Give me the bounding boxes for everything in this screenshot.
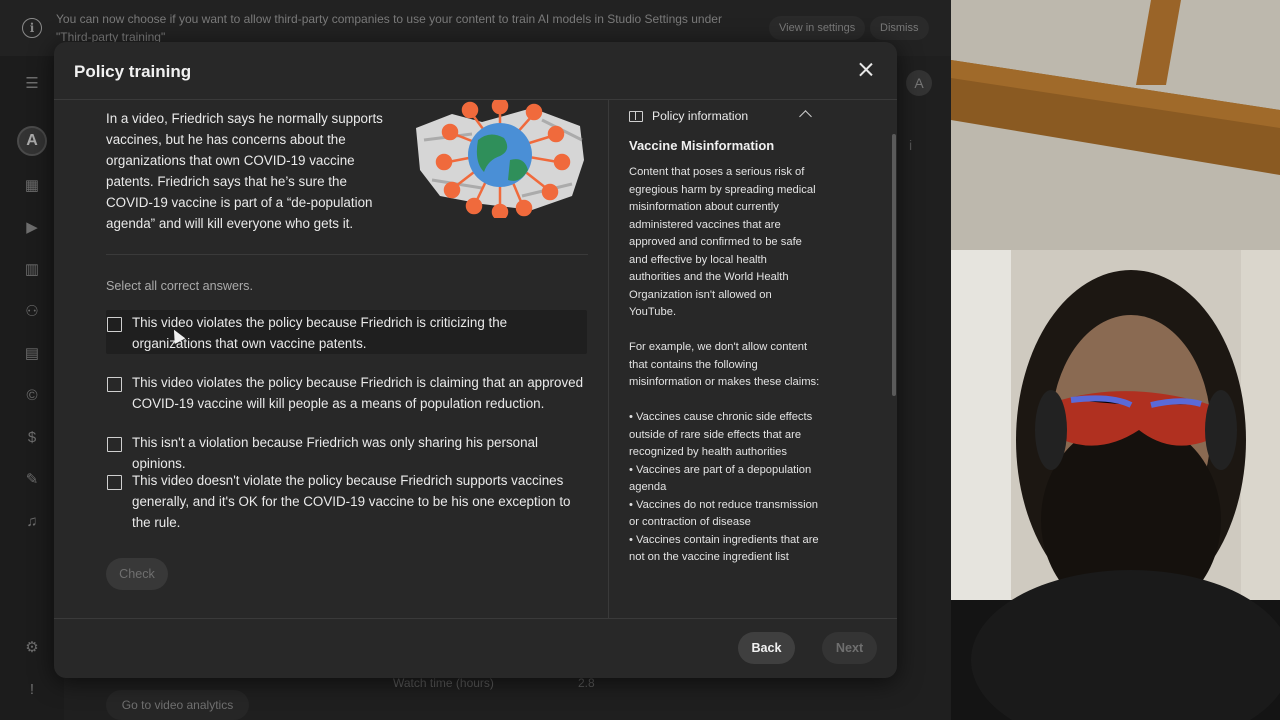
checkbox[interactable] bbox=[107, 475, 122, 490]
question-pane: In a video, Friedrich says he normally s… bbox=[54, 100, 608, 618]
menu-icon[interactable]: ☰ bbox=[22, 74, 42, 94]
copyright-icon[interactable]: © bbox=[22, 386, 42, 406]
policy-scrollbar[interactable] bbox=[892, 134, 896, 396]
policy-intro: Content that poses a serious risk of egr… bbox=[629, 166, 816, 318]
feedback-icon[interactable]: ! bbox=[22, 680, 42, 700]
watch-time-label: Watch time (hours) bbox=[393, 676, 494, 690]
close-icon[interactable] bbox=[854, 58, 878, 82]
checkbox[interactable] bbox=[107, 317, 122, 332]
section-divider bbox=[106, 254, 588, 255]
policy-bullet: • Vaccines do not reduce transmission or… bbox=[629, 498, 819, 529]
policy-bullets: • Vaccines cause chronic side effects ou… bbox=[629, 409, 821, 567]
webcam-feed bbox=[951, 0, 1280, 720]
policy-bullet: • Vaccines cause chronic side effects ou… bbox=[629, 411, 813, 458]
policy-bullet: • Vaccines are part of a depopulation ag… bbox=[629, 463, 812, 494]
content-icon[interactable]: ▶ bbox=[22, 218, 42, 238]
policy-title: Vaccine Misinformation bbox=[629, 138, 775, 153]
channel-avatar[interactable]: A bbox=[17, 126, 47, 156]
policy-example-intro: For example, we don't allow content that… bbox=[629, 341, 820, 388]
audio-library-icon[interactable]: ♫ bbox=[22, 512, 42, 532]
vaccine-globe-illustration bbox=[416, 100, 584, 218]
earn-icon[interactable]: $ bbox=[22, 428, 42, 448]
watch-time-value: 2.8 bbox=[578, 676, 595, 690]
policy-information-pane: Policy information Vaccine Misinformatio… bbox=[609, 100, 839, 618]
policy-information-toggle[interactable]: Policy information bbox=[629, 104, 819, 128]
dashboard-icon[interactable]: ▦ bbox=[22, 176, 42, 196]
info-icon: i bbox=[22, 18, 42, 38]
answer-label: This video violates the policy because F… bbox=[132, 375, 584, 411]
answer-option-4[interactable]: This video doesn't violate the policy be… bbox=[106, 468, 587, 533]
dismiss-button[interactable]: Dismiss bbox=[870, 16, 929, 40]
policy-information-label: Policy information bbox=[652, 109, 749, 123]
checkbox[interactable] bbox=[107, 437, 122, 452]
policy-body: Content that poses a serious risk of egr… bbox=[629, 164, 821, 567]
settings-icon[interactable]: ⚙ bbox=[22, 638, 42, 658]
scenario-text: In a video, Friedrich says he normally s… bbox=[106, 111, 383, 231]
view-in-settings-button[interactable]: View in settings bbox=[769, 16, 866, 40]
footer-divider bbox=[54, 618, 897, 619]
select-instructions: Select all correct answers. bbox=[106, 279, 253, 293]
banner-message: You can now choose if you want to allow … bbox=[56, 12, 722, 44]
more-info-icon: i bbox=[909, 137, 913, 153]
answer-label: This video doesn't violate the policy be… bbox=[132, 473, 571, 530]
go-to-video-analytics-button[interactable]: Go to video analytics bbox=[106, 690, 249, 720]
subtitles-icon[interactable]: ▤ bbox=[22, 344, 42, 364]
community-icon[interactable]: ⚇ bbox=[22, 302, 42, 322]
chevron-up-icon[interactable] bbox=[799, 110, 812, 123]
next-button[interactable]: Next bbox=[822, 632, 877, 664]
studio-app: i You can now choose if you want to allo… bbox=[0, 0, 951, 720]
book-icon bbox=[629, 110, 643, 122]
checkbox[interactable] bbox=[107, 377, 122, 392]
policy-bullet: • Vaccines contain ingredients that are … bbox=[629, 533, 819, 564]
answer-option-2[interactable]: This video violates the policy because F… bbox=[106, 370, 587, 414]
check-button[interactable]: Check bbox=[106, 558, 168, 590]
answer-label: This video violates the policy because F… bbox=[132, 315, 508, 351]
analytics-icon[interactable]: ▥ bbox=[22, 260, 42, 280]
back-button[interactable]: Back bbox=[738, 632, 795, 664]
policy-training-dialog: Policy training In a video, Friedrich sa… bbox=[54, 42, 897, 678]
webcam-overlay bbox=[951, 0, 1280, 720]
account-avatar[interactable]: A bbox=[906, 70, 932, 96]
customization-icon[interactable]: ✎ bbox=[22, 470, 42, 490]
dialog-title: Policy training bbox=[74, 62, 192, 81]
